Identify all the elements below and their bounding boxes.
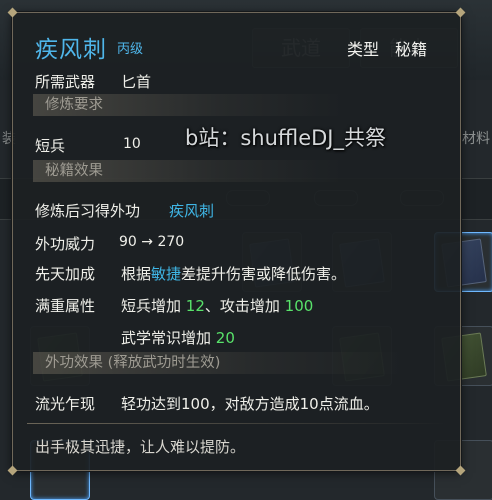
required-weapon-value: 匕首 <box>121 73 152 91</box>
mastery-part: 短兵增加 <box>121 297 186 315</box>
innate-label: 先天加成 <box>35 265 96 283</box>
mastery-value: 100 <box>284 297 314 315</box>
type-label: 类型 <box>347 40 380 59</box>
learn-value: 疾风刺 <box>169 202 215 220</box>
bleed-label: 流光乍现 <box>35 395 96 413</box>
required-weapon-label: 所需武器 <box>35 73 96 91</box>
item-tooltip: 疾风刺 丙级 类型 秘籍 所需武器 匕首 修炼要求 短兵 10 秘籍效果 修炼后… <box>7 7 466 476</box>
power-value: 90 → 270 <box>119 234 185 250</box>
flavor-text: 出手极其迅捷，让人难以提防。 <box>35 438 246 456</box>
mastery-line-1: 短兵增加 12、攻击增加 100 <box>121 295 313 316</box>
requirement-label: 短兵 <box>35 137 66 155</box>
item-grade: 丙级 <box>117 42 144 57</box>
power-label: 外功威力 <box>35 235 96 253</box>
mastery-value: 12 <box>185 297 205 315</box>
mastery-part: 武学常识增加 <box>121 329 216 347</box>
type-value: 秘籍 <box>395 40 428 59</box>
watermark: b站：shuffleDJ_共祭 <box>185 126 386 150</box>
side-label-material: 材料 <box>462 131 490 147</box>
innate-post: 差提升伤害或降低伤害。 <box>181 265 347 283</box>
innate-text: 根据敏捷差提升伤害或降低伤害。 <box>121 263 346 284</box>
mastery-label: 满重属性 <box>35 297 96 315</box>
mastery-line-2: 武学常识增加 20 <box>121 327 235 348</box>
section-effects: 秘籍效果 <box>33 160 345 182</box>
requirement-value: 10 <box>123 136 141 152</box>
section-requirements: 修炼要求 <box>33 94 345 116</box>
learn-label: 修炼后习得外功 <box>35 202 141 220</box>
mastery-value: 20 <box>215 329 235 347</box>
flavor-divider <box>27 423 447 424</box>
mastery-part: 、攻击增加 <box>204 297 285 315</box>
innate-pre: 根据 <box>121 265 152 283</box>
item-title: 疾风刺 <box>35 37 107 63</box>
innate-highlight: 敏捷 <box>151 265 182 283</box>
section-external: 外功效果 (释放武功时生效) <box>33 352 405 374</box>
bleed-text: 轻功达到100，对敌方造成10点流血。 <box>121 395 379 413</box>
